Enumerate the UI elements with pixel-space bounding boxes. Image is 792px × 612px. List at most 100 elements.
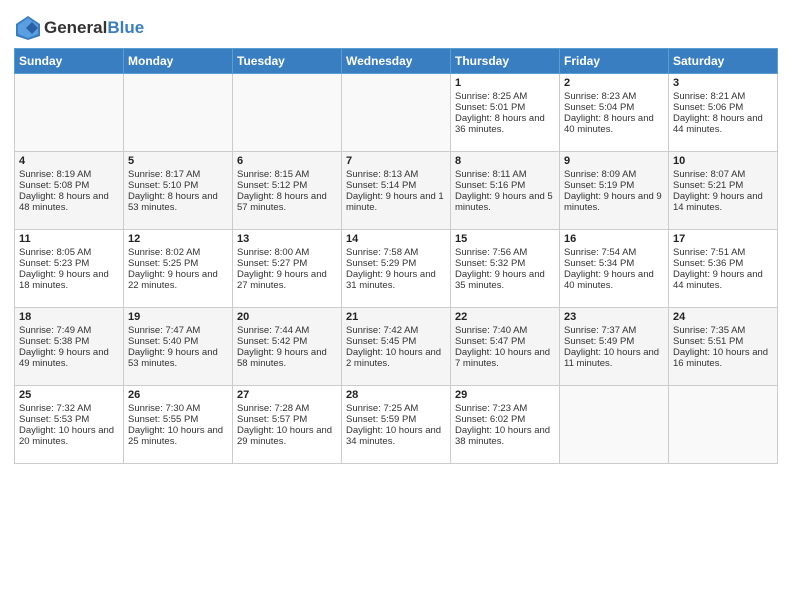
day-info: Daylight: 10 hours and 29 minutes. bbox=[237, 425, 337, 447]
calendar-cell: 20Sunrise: 7:44 AMSunset: 5:42 PMDayligh… bbox=[233, 308, 342, 386]
calendar-cell: 25 Sunrise: 7:32 AMSunset: 5:53 PMDayligh… bbox=[15, 386, 124, 464]
day-info: Sunset: 5:53 PM bbox=[19, 414, 119, 425]
day-number: 29 bbox=[455, 389, 555, 401]
day-number: 26 bbox=[128, 389, 228, 401]
day-info: Daylight: 8 hours and 40 minutes. bbox=[564, 113, 664, 135]
weekday-header-wednesday: Wednesday bbox=[342, 49, 451, 74]
calendar-cell: 4Sunrise: 8:19 AMSunset: 5:08 PMDaylight… bbox=[15, 152, 124, 230]
day-info: Sunrise: 8:00 AM bbox=[237, 247, 337, 258]
calendar-cell bbox=[15, 74, 124, 152]
day-info: Sunrise: 8:05 AM bbox=[19, 247, 119, 258]
day-info: Daylight: 10 hours and 25 minutes. bbox=[128, 425, 228, 447]
day-info: Daylight: 9 hours and 9 minutes. bbox=[564, 191, 664, 213]
day-info: Sunrise: 7:32 AM bbox=[19, 403, 119, 414]
weekday-header-friday: Friday bbox=[560, 49, 669, 74]
day-info: Sunset: 5:27 PM bbox=[237, 258, 337, 269]
calendar-cell: 8Sunrise: 8:11 AMSunset: 5:16 PMDaylight… bbox=[451, 152, 560, 230]
day-info: Daylight: 10 hours and 7 minutes. bbox=[455, 347, 555, 369]
calendar-cell bbox=[233, 74, 342, 152]
day-info: Daylight: 10 hours and 16 minutes. bbox=[673, 347, 773, 369]
day-info: Sunrise: 7:56 AM bbox=[455, 247, 555, 258]
day-info: Daylight: 10 hours and 20 minutes. bbox=[19, 425, 119, 447]
day-info: Sunset: 5:51 PM bbox=[673, 336, 773, 347]
day-info: Sunrise: 7:30 AM bbox=[128, 403, 228, 414]
day-number: 25 bbox=[19, 389, 119, 401]
day-info: Sunrise: 8:23 AM bbox=[564, 91, 664, 102]
day-info: Daylight: 8 hours and 48 minutes. bbox=[19, 191, 119, 213]
calendar-cell: 12Sunrise: 8:02 AMSunset: 5:25 PMDayligh… bbox=[124, 230, 233, 308]
day-info: Sunset: 5:25 PM bbox=[128, 258, 228, 269]
day-number: 24 bbox=[673, 311, 773, 323]
calendar-cell: 23Sunrise: 7:37 AMSunset: 5:49 PMDayligh… bbox=[560, 308, 669, 386]
day-info: Daylight: 8 hours and 53 minutes. bbox=[128, 191, 228, 213]
day-info: Sunrise: 8:02 AM bbox=[128, 247, 228, 258]
calendar-cell: 29 Sunrise: 7:23 AMSunset: 6:02 PMDayligh… bbox=[451, 386, 560, 464]
day-number: 20 bbox=[237, 311, 337, 323]
day-info: Daylight: 9 hours and 5 minutes. bbox=[455, 191, 555, 213]
calendar-table: SundayMondayTuesdayWednesdayThursdayFrid… bbox=[14, 48, 778, 464]
day-info: Sunrise: 7:37 AM bbox=[564, 325, 664, 336]
day-info: Sunset: 5:12 PM bbox=[237, 180, 337, 191]
calendar-cell: 19Sunrise: 7:47 AMSunset: 5:40 PMDayligh… bbox=[124, 308, 233, 386]
logo-icon bbox=[14, 14, 42, 42]
calendar-cell bbox=[669, 386, 778, 464]
header: GeneralBlue bbox=[14, 10, 778, 42]
day-info: Daylight: 9 hours and 18 minutes. bbox=[19, 269, 119, 291]
calendar-cell: 2Sunrise: 8:23 AMSunset: 5:04 PMDaylight… bbox=[560, 74, 669, 152]
calendar-cell bbox=[124, 74, 233, 152]
day-info: Sunset: 6:02 PM bbox=[455, 414, 555, 425]
day-info: Sunset: 5:01 PM bbox=[455, 102, 555, 113]
day-info: Sunrise: 8:17 AM bbox=[128, 169, 228, 180]
calendar-cell: 1Sunrise: 8:25 AMSunset: 5:01 PMDaylight… bbox=[451, 74, 560, 152]
day-info: Daylight: 9 hours and 1 minute. bbox=[346, 191, 446, 213]
day-info: Sunset: 5:10 PM bbox=[128, 180, 228, 191]
week-row-4: 25Sunrise: 7:32 AMSunset: 5:53 PMDayligh… bbox=[15, 386, 778, 464]
day-number: 8 bbox=[455, 155, 555, 167]
day-info: Daylight: 9 hours and 22 minutes. bbox=[128, 269, 228, 291]
calendar-cell: 26 Sunrise: 7:30 AMSunset: 5:55 PMDayligh… bbox=[124, 386, 233, 464]
day-info: Daylight: 8 hours and 44 minutes. bbox=[673, 113, 773, 135]
day-info: Sunset: 5:55 PM bbox=[128, 414, 228, 425]
calendar-cell: 27Sunrise: 7:28 AMSunset: 5:57 PMDayligh… bbox=[233, 386, 342, 464]
day-number: 16 bbox=[564, 233, 664, 245]
day-number: 28 bbox=[346, 389, 446, 401]
weekday-header-saturday: Saturday bbox=[669, 49, 778, 74]
day-info: Sunrise: 7:23 AM bbox=[455, 403, 555, 414]
day-info: Sunset: 5:29 PM bbox=[346, 258, 446, 269]
day-number: 7 bbox=[346, 155, 446, 167]
calendar-cell: 7Sunrise: 8:13 AMSunset: 5:14 PMDaylight… bbox=[342, 152, 451, 230]
day-info: Sunset: 5:16 PM bbox=[455, 180, 555, 191]
calendar-cell: 9Sunrise: 8:09 AMSunset: 5:19 PMDaylight… bbox=[560, 152, 669, 230]
day-info: Sunrise: 7:58 AM bbox=[346, 247, 446, 258]
calendar-cell bbox=[342, 74, 451, 152]
calendar-cell: 3Sunrise: 8:21 AMSunset: 5:06 PMDaylight… bbox=[669, 74, 778, 152]
calendar-cell bbox=[560, 386, 669, 464]
day-info: Sunset: 5:42 PM bbox=[237, 336, 337, 347]
day-info: Sunrise: 7:54 AM bbox=[564, 247, 664, 258]
day-number: 5 bbox=[128, 155, 228, 167]
day-info: Sunrise: 7:25 AM bbox=[346, 403, 446, 414]
day-info: Daylight: 9 hours and 40 minutes. bbox=[564, 269, 664, 291]
calendar-cell: 15Sunrise: 7:56 AMSunset: 5:32 PMDayligh… bbox=[451, 230, 560, 308]
day-info: Daylight: 8 hours and 57 minutes. bbox=[237, 191, 337, 213]
day-number: 1 bbox=[455, 77, 555, 89]
day-info: Daylight: 10 hours and 11 minutes. bbox=[564, 347, 664, 369]
day-info: Sunrise: 8:09 AM bbox=[564, 169, 664, 180]
day-info: Daylight: 9 hours and 31 minutes. bbox=[346, 269, 446, 291]
day-info: Sunrise: 7:28 AM bbox=[237, 403, 337, 414]
day-number: 21 bbox=[346, 311, 446, 323]
calendar-cell: 22Sunrise: 7:40 AMSunset: 5:47 PMDayligh… bbox=[451, 308, 560, 386]
day-info: Daylight: 10 hours and 2 minutes. bbox=[346, 347, 446, 369]
day-info: Daylight: 9 hours and 14 minutes. bbox=[673, 191, 773, 213]
day-info: Daylight: 9 hours and 49 minutes. bbox=[19, 347, 119, 369]
logo-text: GeneralBlue bbox=[44, 18, 144, 38]
calendar-cell: 11Sunrise: 8:05 AMSunset: 5:23 PMDayligh… bbox=[15, 230, 124, 308]
calendar-cell: 14Sunrise: 7:58 AMSunset: 5:29 PMDayligh… bbox=[342, 230, 451, 308]
week-row-3: 18Sunrise: 7:49 AMSunset: 5:38 PMDayligh… bbox=[15, 308, 778, 386]
day-info: Sunrise: 7:47 AM bbox=[128, 325, 228, 336]
day-info: Daylight: 9 hours and 27 minutes. bbox=[237, 269, 337, 291]
day-info: Sunrise: 7:42 AM bbox=[346, 325, 446, 336]
day-number: 3 bbox=[673, 77, 773, 89]
day-info: Daylight: 10 hours and 38 minutes. bbox=[455, 425, 555, 447]
day-info: Sunset: 5:45 PM bbox=[346, 336, 446, 347]
